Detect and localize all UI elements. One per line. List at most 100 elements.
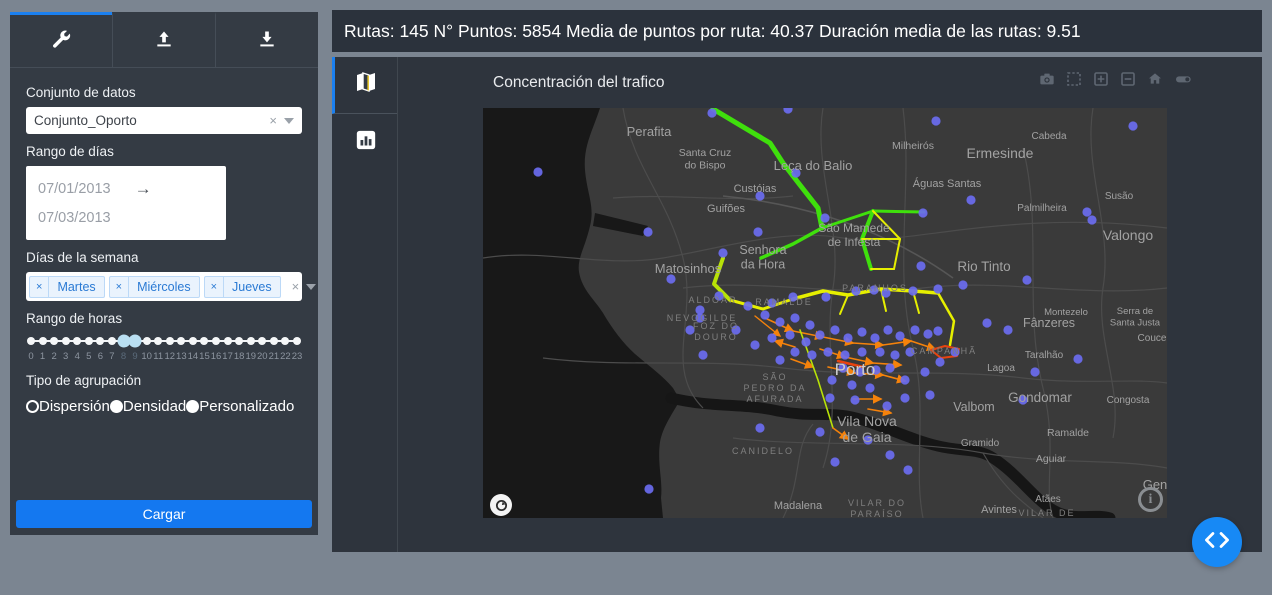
route-point[interactable] (698, 350, 707, 359)
weekday-multiselect[interactable]: ×Martes×Miércoles×Jueves × (26, 272, 302, 301)
rail-tab-chart[interactable] (332, 114, 397, 171)
slider-dot[interactable] (281, 337, 289, 345)
dataset-clear-icon[interactable]: × (262, 113, 284, 128)
route-point[interactable] (895, 331, 904, 340)
weekday-tag[interactable]: ×Martes (29, 276, 105, 298)
route-point[interactable] (847, 380, 856, 389)
route-point[interactable] (743, 301, 752, 310)
route-point[interactable] (908, 286, 917, 295)
route-point[interactable] (931, 116, 940, 125)
route-point[interactable] (1030, 367, 1039, 376)
route-point[interactable] (1022, 275, 1031, 284)
route-point[interactable] (823, 347, 832, 356)
route-point[interactable] (900, 375, 909, 384)
weekday-tag[interactable]: ×Miércoles (109, 276, 200, 298)
route-point[interactable] (805, 320, 814, 329)
slider-handle[interactable] (129, 335, 142, 348)
route-point[interactable] (1082, 207, 1091, 216)
route-point[interactable] (843, 333, 852, 342)
slider-dot[interactable] (212, 337, 220, 345)
weekdays-clear-icon[interactable]: × (285, 279, 307, 294)
route-point[interactable] (1087, 215, 1096, 224)
route-point[interactable] (815, 427, 824, 436)
map-canvas-svg[interactable]: PerafitaSanta Cruzdo BispoLeça do BalioC… (483, 108, 1167, 518)
route-point[interactable] (850, 395, 859, 404)
map-canvas[interactable]: PerafitaSanta Cruzdo BispoLeça do BalioC… (483, 108, 1167, 518)
slider-dot[interactable] (235, 337, 243, 345)
route-point[interactable] (882, 401, 891, 410)
radio-personalizado[interactable]: Personalizado (186, 398, 294, 415)
route-point[interactable] (900, 393, 909, 402)
route-point[interactable] (801, 337, 810, 346)
slider-dot[interactable] (85, 337, 93, 345)
info-button[interactable]: i (1138, 487, 1163, 512)
slider-dot[interactable] (189, 337, 197, 345)
tab-settings[interactable] (10, 12, 112, 67)
tab-upload[interactable] (112, 12, 215, 67)
radio-densidad[interactable]: Densidad (110, 398, 186, 415)
tag-remove-icon[interactable]: × (205, 277, 224, 297)
route-point[interactable] (753, 227, 762, 236)
chevron-down-icon[interactable] (284, 118, 294, 124)
slider-dot[interactable] (166, 337, 174, 345)
slider-dot[interactable] (62, 337, 70, 345)
radio-circle-icon[interactable] (110, 400, 123, 413)
date-range-input[interactable]: 07/01/2013 → 07/03/2013 (26, 166, 226, 240)
date-end-value[interactable]: 07/03/2013 (38, 210, 111, 226)
route-point[interactable] (933, 284, 942, 293)
hour-slider[interactable] (26, 333, 302, 349)
route-point[interactable] (885, 450, 894, 459)
route-point[interactable] (1003, 325, 1012, 334)
tab-download[interactable] (215, 12, 318, 67)
tag-remove-icon[interactable]: × (110, 277, 129, 297)
route-point[interactable] (750, 340, 759, 349)
route-point[interactable] (830, 457, 839, 466)
radio-circle-icon[interactable] (26, 400, 39, 413)
load-button[interactable]: Cargar (16, 500, 312, 528)
route-point[interactable] (870, 333, 879, 342)
route-point[interactable] (790, 347, 799, 356)
slider-dot[interactable] (154, 337, 162, 345)
route-point[interactable] (785, 330, 794, 339)
route-point[interactable] (755, 423, 764, 432)
route-point[interactable] (923, 329, 932, 338)
rail-tab-map[interactable] (332, 57, 397, 114)
toggle-icon[interactable] (1174, 71, 1194, 87)
slider-dot[interactable] (224, 337, 232, 345)
route-point[interactable] (830, 325, 839, 334)
route-point[interactable] (903, 465, 912, 474)
route-point[interactable] (982, 318, 991, 327)
radio-dispersión[interactable]: Dispersión (26, 398, 110, 415)
slider-dot[interactable] (270, 337, 278, 345)
camera-icon[interactable] (1039, 71, 1055, 87)
route-point[interactable] (958, 280, 967, 289)
tag-remove-icon[interactable]: × (30, 277, 49, 297)
slider-dot[interactable] (247, 337, 255, 345)
route-point[interactable] (857, 327, 866, 336)
dataset-select[interactable]: Conjunto_Oporto × (26, 107, 302, 134)
route-point[interactable] (775, 317, 784, 326)
route-point[interactable] (643, 227, 652, 236)
route-point[interactable] (790, 313, 799, 322)
slider-dot[interactable] (293, 337, 301, 345)
zoom-out-icon[interactable] (1120, 71, 1136, 87)
route-point[interactable] (1128, 121, 1137, 130)
chevron-down-icon[interactable] (306, 284, 316, 290)
map-compass-control[interactable] (490, 494, 512, 516)
route-point[interactable] (875, 347, 884, 356)
route-point[interactable] (925, 390, 934, 399)
slider-dot[interactable] (96, 337, 104, 345)
slider-dot[interactable] (258, 337, 266, 345)
route-point[interactable] (885, 363, 894, 372)
home-icon[interactable] (1147, 71, 1163, 87)
route-point[interactable] (883, 325, 892, 334)
box-select-icon[interactable] (1066, 71, 1082, 87)
route-point[interactable] (821, 292, 830, 301)
route-point[interactable] (920, 367, 929, 376)
route-point[interactable] (916, 261, 925, 270)
route-point[interactable] (840, 350, 849, 359)
route-point[interactable] (890, 350, 899, 359)
route-point[interactable] (815, 330, 824, 339)
slider-dot[interactable] (177, 337, 185, 345)
radio-circle-icon[interactable] (186, 400, 199, 413)
